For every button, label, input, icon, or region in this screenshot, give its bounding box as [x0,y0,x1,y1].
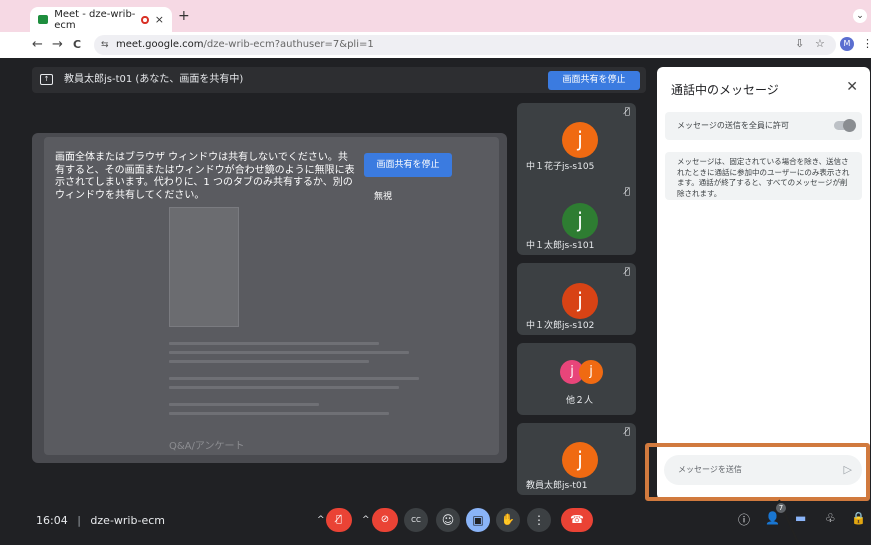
emoji-reaction-button[interactable]: ☺ [436,508,460,532]
site-info-icon[interactable]: ⇆ [101,35,109,55]
camera-toggle-button[interactable]: ⊘ [372,508,398,532]
browser-menu-icon[interactable]: ⋮ [862,37,871,50]
meet-favicon-icon [38,15,49,24]
mic-off-icon: 🎙̸ [624,427,630,437]
mirrored-text-line [169,412,389,415]
meeting-details-icon[interactable]: ⓘ [738,511,750,528]
participant-tile[interactable]: 🎙̸ j 中１太郎js-s101 [517,183,636,255]
stop-sharing-button[interactable]: 画面共有を停止 [548,71,640,90]
bookmark-star-icon[interactable]: ☆ [815,37,825,50]
annotation-highlight-box [645,443,870,501]
participant-name: 教員太郎js-t01 [526,481,588,491]
tab-search-button[interactable]: ⌄ [853,9,867,23]
browser-tab-meet[interactable]: Meet - dze-wrib-ecm × [30,7,172,32]
reload-button[interactable]: C [73,38,81,51]
tab-close-button[interactable]: × [155,13,164,26]
panel-title: 通話中のメッセージ [671,83,779,97]
separator: | [77,514,81,527]
allow-messages-row: メッセージの送信を全員に許可 [665,112,862,140]
present-screen-icon: ↑ [40,74,53,85]
participant-name: 中１太郎js-s101 [526,241,595,251]
host-controls-lock-icon[interactable]: 🔒 [851,511,866,525]
mirror-warning-text: 画面全体またはブラウザ ウィンドウは共有しないでください。共有すると、その画面ま… [55,152,355,201]
url-path: /dze-wrib-ecm?authuser=7&pli=1 [203,39,374,50]
allow-messages-toggle[interactable] [834,119,856,132]
warning-ignore-button[interactable]: 無視 [374,189,392,202]
warning-stop-sharing-button[interactable]: 画面共有を停止 [364,153,452,177]
messages-info-text: メッセージは、固定されている場合を除き、送信されたときに通話に参加中のユーザーに… [665,152,862,200]
people-count-badge: 7 [776,503,786,513]
avatar: j [562,283,598,319]
forward-button[interactable]: → [52,37,63,52]
profile-avatar[interactable]: M [840,37,854,51]
mirrored-text-line [169,377,419,380]
more-options-button[interactable]: ⋮ [527,508,551,532]
avatar: j [562,203,598,239]
people-icon[interactable]: 👤 [765,511,780,525]
others-tile[interactable]: j j 他２人 [517,343,636,415]
others-count-label: 他２人 [566,396,594,406]
mirrored-text-line [169,360,369,363]
mic-off-icon: 🎙̸ [624,107,630,117]
activities-icon[interactable]: ♧ [825,511,836,525]
browser-address-bar: ← → C ⇆ meet.google.com/dze-wrib-ecm?aut… [0,32,871,58]
meeting-info: 16:04 | dze-wrib-ecm [36,514,165,527]
mic-off-icon: 🎙̸ [624,187,630,197]
participant-tile[interactable]: 🎙̸ j 中１次郎js-s102 [517,263,636,335]
close-panel-button[interactable]: ✕ [846,79,858,95]
new-tab-button[interactable]: + [178,8,190,24]
raise-hand-button[interactable]: ✋ [496,508,520,532]
tab-title: Meet - dze-wrib-ecm [54,8,136,31]
avatar: j [562,442,598,478]
mirrored-text-line [169,342,379,345]
recording-indicator-icon [141,15,149,24]
chat-icon[interactable]: ▬ [795,511,806,525]
mirrored-text-line [169,386,399,389]
browser-tab-bar: Meet - dze-wrib-ecm × + ⌄ [0,0,871,32]
avatar: j [579,360,603,384]
mirrored-text-line [169,351,409,354]
allow-messages-label: メッセージの送信を全員に許可 [677,121,789,130]
mirrored-heading: Q&A/アンケート [169,441,245,452]
download-icon[interactable]: ⇩ [795,37,804,50]
in-call-messages-panel: 通話中のメッセージ ✕ メッセージの送信を全員に許可 メッセージは、固定されてい… [657,67,870,500]
present-button[interactable]: ▣ [466,508,490,532]
leave-call-button[interactable]: ☎ [561,508,593,532]
presenting-text: 教員太郎js-t01 (あなた、画面を共有中) [64,74,244,85]
captions-button[interactable]: CC [404,508,428,532]
mic-toggle-button[interactable]: 🎙̸ [326,508,352,532]
participant-name: 中１次郎js-s102 [526,321,595,331]
self-participant-tile[interactable]: 🎙̸ j 教員太郎js-t01 [517,423,636,495]
clock-time: 16:04 [36,514,68,527]
mirrored-phone-image [169,207,239,327]
participant-name: 中１花子js-s105 [526,162,595,172]
mic-off-icon: 🎙̸ [624,267,630,277]
video-options-caret[interactable]: ^ [362,508,370,532]
url-host: meet.google.com [116,39,204,50]
avatar: j [562,122,598,158]
mirrored-text-line [169,403,319,406]
url-field[interactable]: ⇆ meet.google.com/dze-wrib-ecm?authuser=… [94,35,836,55]
meeting-code: dze-wrib-ecm [90,514,165,527]
back-button[interactable]: ← [32,37,43,52]
audio-options-caret[interactable]: ^ [317,508,325,532]
